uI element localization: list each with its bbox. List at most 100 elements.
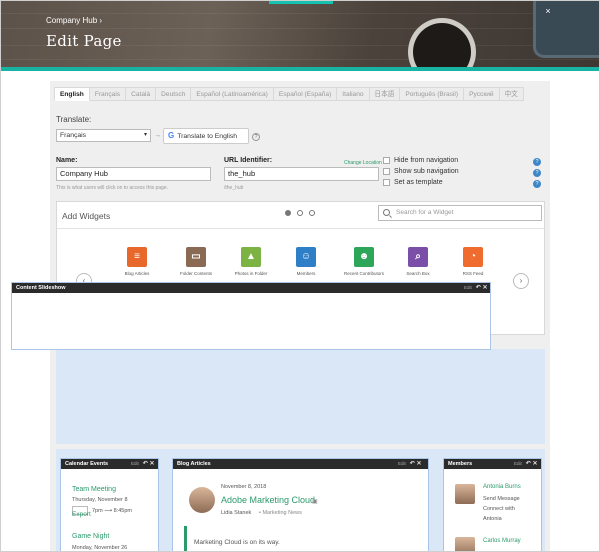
article-title-link[interactable]: Adobe Marketing Cloud <box>221 495 315 505</box>
article-date: November 8, 2018 <box>221 484 267 490</box>
language-select-value: Français <box>60 132 87 139</box>
edit-button[interactable]: Edit <box>398 461 406 466</box>
hide-nav-checkbox[interactable] <box>383 157 390 164</box>
undo-icon[interactable]: ↶ <box>476 285 481 291</box>
tab-language[interactable]: Português (Brasil) <box>400 87 465 101</box>
change-location-link[interactable]: Change Location <box>344 160 382 166</box>
help-icon[interactable]: ? <box>252 133 260 141</box>
name-label: Name: <box>56 157 78 164</box>
coffee-cup-image <box>413 23 471 67</box>
tab-language[interactable]: 日本語 <box>369 87 401 101</box>
tab-language[interactable]: Español (Latinoamérica) <box>191 87 274 101</box>
widget-label[interactable]: RSS Feed <box>438 271 508 276</box>
event-range: 7pm ⟶ 8:45pm <box>92 508 132 514</box>
tab-language[interactable]: Català <box>126 87 157 101</box>
widget-title: Content Slideshow <box>16 285 66 291</box>
url-label: URL Identifier: <box>224 157 273 164</box>
top-accent-strip <box>269 1 333 4</box>
page-header: Company Hub › Edit Page × <box>1 1 599 67</box>
widget-search-input[interactable]: Search for a Widget <box>378 205 542 221</box>
member-avatar[interactable] <box>455 484 475 504</box>
content-slideshow-widget[interactable]: Content Slideshow Edit ↶ ✕ <box>11 282 491 350</box>
close-icon[interactable]: × <box>543 6 553 16</box>
arrow-icon: → <box>154 132 161 139</box>
app-window: Company Hub › Edit Page × English Françai… <box>0 0 600 552</box>
caret-down-icon: ▾ <box>143 132 147 138</box>
event-link[interactable]: Team Meeting <box>72 486 116 493</box>
translate-button[interactable]: G Translate to English <box>163 128 249 144</box>
external-link-icon[interactable]: ▣ <box>312 498 318 505</box>
widget-title: Calendar Events <box>65 461 109 467</box>
url-hint: /the_hub <box>224 185 244 191</box>
tab-language[interactable]: Español (España) <box>273 87 338 101</box>
tab-language[interactable]: Français <box>89 87 127 101</box>
quote-marker <box>184 526 187 551</box>
article-excerpt: Marketing Cloud is on its way. <box>194 539 280 546</box>
translate-label: Translate: <box>56 115 92 124</box>
page-dot-active[interactable] <box>285 210 291 216</box>
name-field[interactable]: Company Hub <box>56 167 211 181</box>
search-box-icon[interactable]: ⌕ <box>408 247 428 267</box>
help-icon[interactable]: ? <box>533 180 541 188</box>
members-icon[interactable]: ☺ <box>296 247 316 267</box>
blog-articles-icon[interactable]: ≡ <box>127 247 147 267</box>
members-widget[interactable]: Members Edit ↶ ✕ Antonia Burns Send Messa… <box>443 458 542 551</box>
breadcrumb[interactable]: Company Hub › <box>46 16 102 25</box>
connect-name[interactable]: Antonia <box>483 516 502 522</box>
article-category[interactable]: • Marketing News <box>259 510 302 516</box>
undo-icon[interactable]: ↶ <box>410 461 415 467</box>
tab-language[interactable]: Italiano <box>337 87 370 101</box>
language-select[interactable]: Français ▾ <box>56 129 151 142</box>
widget-title-bar: Calendar Events Edit ↶ ✕ <box>61 459 158 469</box>
name-hint: This is what users will click on to acce… <box>56 185 168 191</box>
close-icon[interactable]: ✕ <box>532 461 537 467</box>
folder-icon[interactable]: ▭ <box>186 247 206 267</box>
page-dot[interactable] <box>309 210 315 216</box>
blog-articles-widget[interactable]: Blog Articles Edit ↶ ✕ November 8, 2018 A… <box>172 458 429 551</box>
hide-nav-label: Hide from navigation <box>394 157 459 164</box>
undo-icon[interactable]: ↶ <box>526 461 531 467</box>
translate-button-label: Translate to English <box>177 133 238 140</box>
google-icon: G <box>168 131 175 140</box>
help-icon[interactable]: ? <box>533 169 541 177</box>
member-name-link[interactable]: Antonia Burns <box>483 484 521 490</box>
widget-title-bar: Blog Articles Edit ↶ ✕ <box>173 459 428 469</box>
send-message-link[interactable]: Send Message <box>483 496 520 502</box>
close-icon[interactable]: ✕ <box>416 461 421 467</box>
member-avatar[interactable] <box>455 537 475 551</box>
edit-button[interactable]: Edit <box>131 461 139 466</box>
widget-title: Members <box>448 461 473 467</box>
help-icon[interactable]: ? <box>533 158 541 166</box>
undo-icon[interactable]: ↶ <box>143 461 148 467</box>
page-title: Edit Page <box>46 32 122 50</box>
event-link[interactable]: Game Night <box>72 533 109 540</box>
drop-zone <box>56 349 545 444</box>
photo-icon[interactable]: ▲ <box>241 247 261 267</box>
rss-icon[interactable]: ◔ <box>463 247 483 267</box>
edit-button[interactable]: Edit <box>464 285 472 290</box>
tab-language[interactable]: English <box>54 87 90 101</box>
next-arrow-button[interactable]: › <box>513 273 529 289</box>
article-author[interactable]: Lidia Stanek <box>221 510 251 516</box>
contributors-icon[interactable]: ☻ <box>354 247 374 267</box>
connect-link[interactable]: Connect with <box>483 506 515 512</box>
close-icon[interactable]: ✕ <box>482 285 487 291</box>
close-icon[interactable]: ✕ <box>149 461 154 467</box>
event-date: Monday, November 26 <box>72 545 128 551</box>
tab-language[interactable]: Deutsch <box>156 87 192 101</box>
author-avatar <box>189 487 215 513</box>
calendar-events-widget[interactable]: Calendar Events Edit ↶ ✕ Team Meeting Thu… <box>60 458 159 551</box>
show-subnav-checkbox[interactable] <box>383 168 390 175</box>
member-name-link[interactable]: Carlos Murray <box>483 538 521 544</box>
template-checkbox[interactable] <box>383 179 390 186</box>
template-label: Set as template <box>394 179 443 186</box>
export-link[interactable]: Export <box>72 511 91 518</box>
widget-title-bar: Content Slideshow Edit ↶ ✕ <box>12 283 490 293</box>
tab-language[interactable]: 中文 <box>499 87 524 101</box>
tab-language[interactable]: Русский <box>464 87 500 101</box>
page-dot[interactable] <box>297 210 303 216</box>
url-field[interactable]: the_hub <box>224 167 379 181</box>
event-time: Thursday, November 8 <box>72 497 128 503</box>
edit-button[interactable]: Edit <box>514 461 522 466</box>
search-icon <box>383 209 390 216</box>
